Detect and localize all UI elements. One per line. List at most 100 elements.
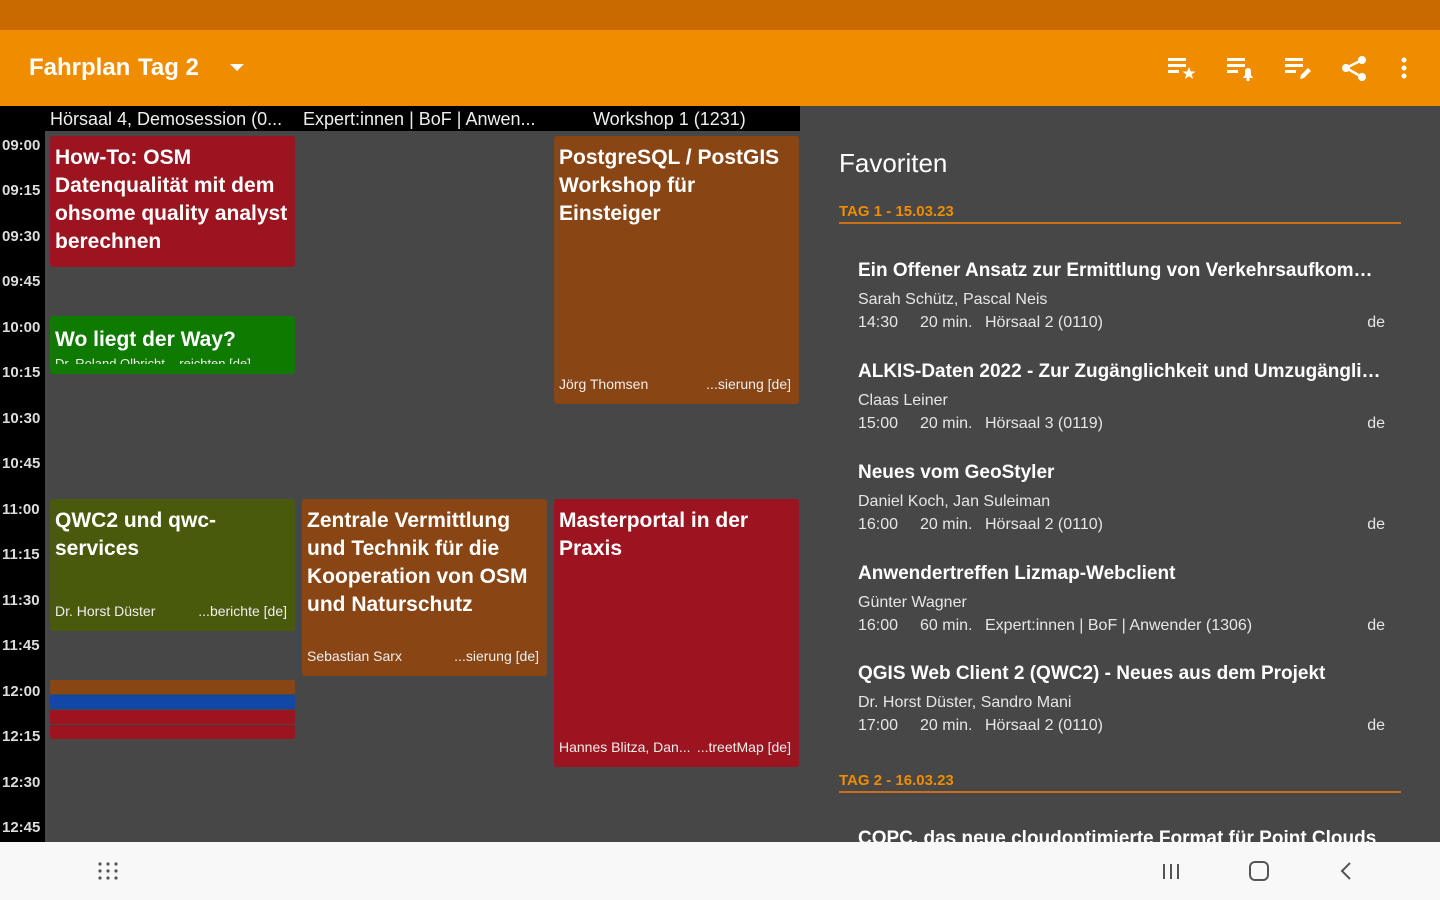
apps-grid-button[interactable] — [94, 856, 124, 886]
time-label: 11:15 — [2, 546, 40, 563]
favorite-speakers: Daniel Koch, Jan Suleiman — [858, 493, 1051, 510]
room-name: Expert:innen | BoF | Anwen... — [303, 109, 536, 129]
home-icon — [1249, 861, 1269, 881]
favorite-room: Hörsaal 2 (0110) — [985, 516, 1103, 533]
more-options-button[interactable] — [1392, 52, 1416, 86]
favorite-room: Hörsaal 3 (0119) — [985, 415, 1103, 432]
favorite-speakers: Sarah Schütz, Pascal Neis — [858, 291, 1048, 308]
recent-apps-button[interactable] — [1156, 856, 1186, 886]
time-label: 12:30 — [2, 774, 41, 791]
alarm-list-icon — [1227, 58, 1253, 82]
starred-list-icon — [1168, 58, 1196, 79]
favorites-panel[interactable]: Favoriten TAG 1 - 15.03.23 Ein Offener A… — [800, 106, 1440, 842]
event-card[interactable]: Zentrale Vermittlung und Technik für die… — [302, 499, 547, 676]
recent-apps-icon — [1163, 864, 1179, 879]
room-header: Hörsaal 4, Demosession (0... Expert:inne… — [0, 106, 800, 131]
time-label: 10:00 — [2, 319, 41, 336]
time-label: 11:00 — [2, 501, 40, 518]
event-speaker: Dr. Horst Düster — [55, 603, 156, 619]
time-label: 12:45 — [2, 819, 41, 836]
event-speaker: Hannes Blitza, Dan... — [559, 739, 691, 755]
more-vert-icon — [1401, 57, 1407, 79]
event-track: ...berichte [de] — [198, 603, 287, 619]
day-dropdown-button[interactable] — [226, 54, 248, 82]
day-section-label: TAG 2 - 16.03.23 — [839, 772, 954, 789]
status-bar — [0, 0, 1440, 30]
day-selector-label[interactable]: Tag 2 — [138, 54, 199, 82]
favorite-item[interactable]: Neues vom GeoStyler Daniel Koch, Jan Sul… — [858, 462, 1388, 554]
favorite-language: de — [1367, 617, 1385, 634]
favorite-room: Expert:innen | BoF | Anwender (1306) — [985, 617, 1253, 634]
event-card[interactable]: How-To: OSM Datenqualität mit dem ohsome… — [50, 136, 295, 267]
event-card[interactable]: Masterportal in der Praxis Hannes Blitza… — [554, 499, 799, 767]
event-title: PostgreSQL / PostGIS Workshop für Einste… — [559, 146, 780, 225]
time-label: 10:30 — [2, 410, 41, 427]
favorite-item[interactable]: Anwendertreffen Lizmap-Webclient Günter … — [858, 563, 1388, 655]
favorite-speakers: Claas Leiner — [858, 392, 948, 409]
favorite-duration: 20 min. — [920, 415, 973, 432]
event-title: QWC2 und qwc-services — [55, 509, 216, 560]
time-label: 11:30 — [2, 592, 40, 609]
changes-list-icon — [1285, 58, 1311, 79]
event-title: Wo liegt der Way? — [55, 328, 236, 351]
home-button[interactable] — [1244, 856, 1274, 886]
changes-list-button[interactable] — [1282, 52, 1316, 86]
time-label: 10:15 — [2, 364, 41, 381]
time-label: 09:30 — [2, 228, 41, 245]
event-title: How-To: OSM Datenqualität mit dem ohsome… — [55, 146, 288, 253]
back-button[interactable] — [1332, 856, 1362, 886]
favorite-language: de — [1367, 717, 1385, 734]
short-event-bar[interactable] — [50, 680, 295, 694]
favorite-speakers: Günter Wagner — [858, 594, 967, 611]
room-name: Workshop 1 (1231) — [593, 109, 746, 129]
apps-grid-icon — [98, 862, 118, 880]
favorite-title: COPC, das neue cloudoptimierte Format fü… — [858, 828, 1377, 842]
event-card[interactable]: QWC2 und qwc-services Dr. Horst Düster .… — [50, 499, 295, 631]
system-nav-bar — [0, 842, 1440, 900]
short-event-bar[interactable] — [50, 710, 295, 724]
favorite-duration: 20 min. — [920, 314, 973, 331]
event-title: Zentrale Vermittlung und Technik für die… — [307, 509, 528, 616]
event-title: Masterportal in der Praxis — [559, 509, 749, 560]
short-event-bar[interactable] — [50, 725, 295, 739]
favorite-room: Hörsaal 2 (0110) — [985, 314, 1103, 331]
favorite-item[interactable]: QGIS Web Client 2 (QWC2) - Neues aus dem… — [858, 663, 1388, 755]
favorite-item[interactable]: ALKIS-Daten 2022 - Zur Zugänglichkeit un… — [858, 361, 1388, 453]
favorite-room: Hörsaal 2 (0110) — [985, 717, 1103, 734]
favorite-time: 14:30 — [858, 314, 899, 331]
event-speaker: Sebastian Sarx — [307, 648, 402, 664]
favorite-time: 16:00 — [858, 617, 899, 634]
favorite-language: de — [1367, 516, 1385, 533]
time-label: 11:45 — [2, 637, 40, 654]
alarm-list-button[interactable] — [1224, 52, 1258, 86]
short-event-bar[interactable] — [50, 695, 295, 709]
time-column: 09:00 09:15 09:30 09:45 10:00 10:15 10:3… — [0, 131, 45, 842]
favorite-item[interactable]: COPC, das neue cloudoptimierte Format fü… — [858, 828, 1388, 842]
favorite-item[interactable]: Ein Offener Ansatz zur Ermittlung von Ve… — [858, 260, 1388, 352]
starred-list-button[interactable] — [1165, 52, 1199, 86]
schedule-grid[interactable]: Hörsaal 4, Demosession (0... Expert:inne… — [0, 106, 800, 842]
favorite-time: 15:00 — [858, 415, 899, 432]
time-label: 12:15 — [2, 728, 41, 745]
back-icon — [1340, 862, 1351, 880]
time-label: 09:15 — [2, 182, 41, 199]
time-label: 09:45 — [2, 273, 41, 290]
time-label: 09:00 — [2, 137, 41, 154]
time-label: 10:45 — [2, 455, 41, 472]
app-toolbar: Fahrplan Tag 2 — [0, 30, 1440, 106]
event-track: ...sierung [de] — [706, 376, 791, 392]
favorite-title: ALKIS-Daten 2022 - Zur Zugänglichkeit un… — [858, 361, 1388, 382]
event-card[interactable]: PostgreSQL / PostGIS Workshop für Einste… — [554, 136, 799, 404]
favorite-duration: 60 min. — [920, 617, 973, 634]
favorites-heading: Favoriten — [839, 148, 948, 178]
event-card[interactable]: Wo liegt der Way? Dr. Roland Olbricht ..… — [50, 316, 295, 374]
app-title: Fahrplan — [29, 54, 131, 81]
favorite-title: Anwendertreffen Lizmap-Webclient — [858, 563, 1176, 584]
favorite-language: de — [1367, 415, 1385, 432]
time-label: 12:00 — [2, 683, 41, 700]
share-button[interactable] — [1338, 52, 1372, 86]
day-divider — [839, 222, 1401, 224]
share-icon — [1342, 56, 1366, 81]
room-name: Hörsaal 4, Demosession (0... — [50, 109, 283, 129]
day-section-label: TAG 1 - 15.03.23 — [839, 203, 954, 220]
